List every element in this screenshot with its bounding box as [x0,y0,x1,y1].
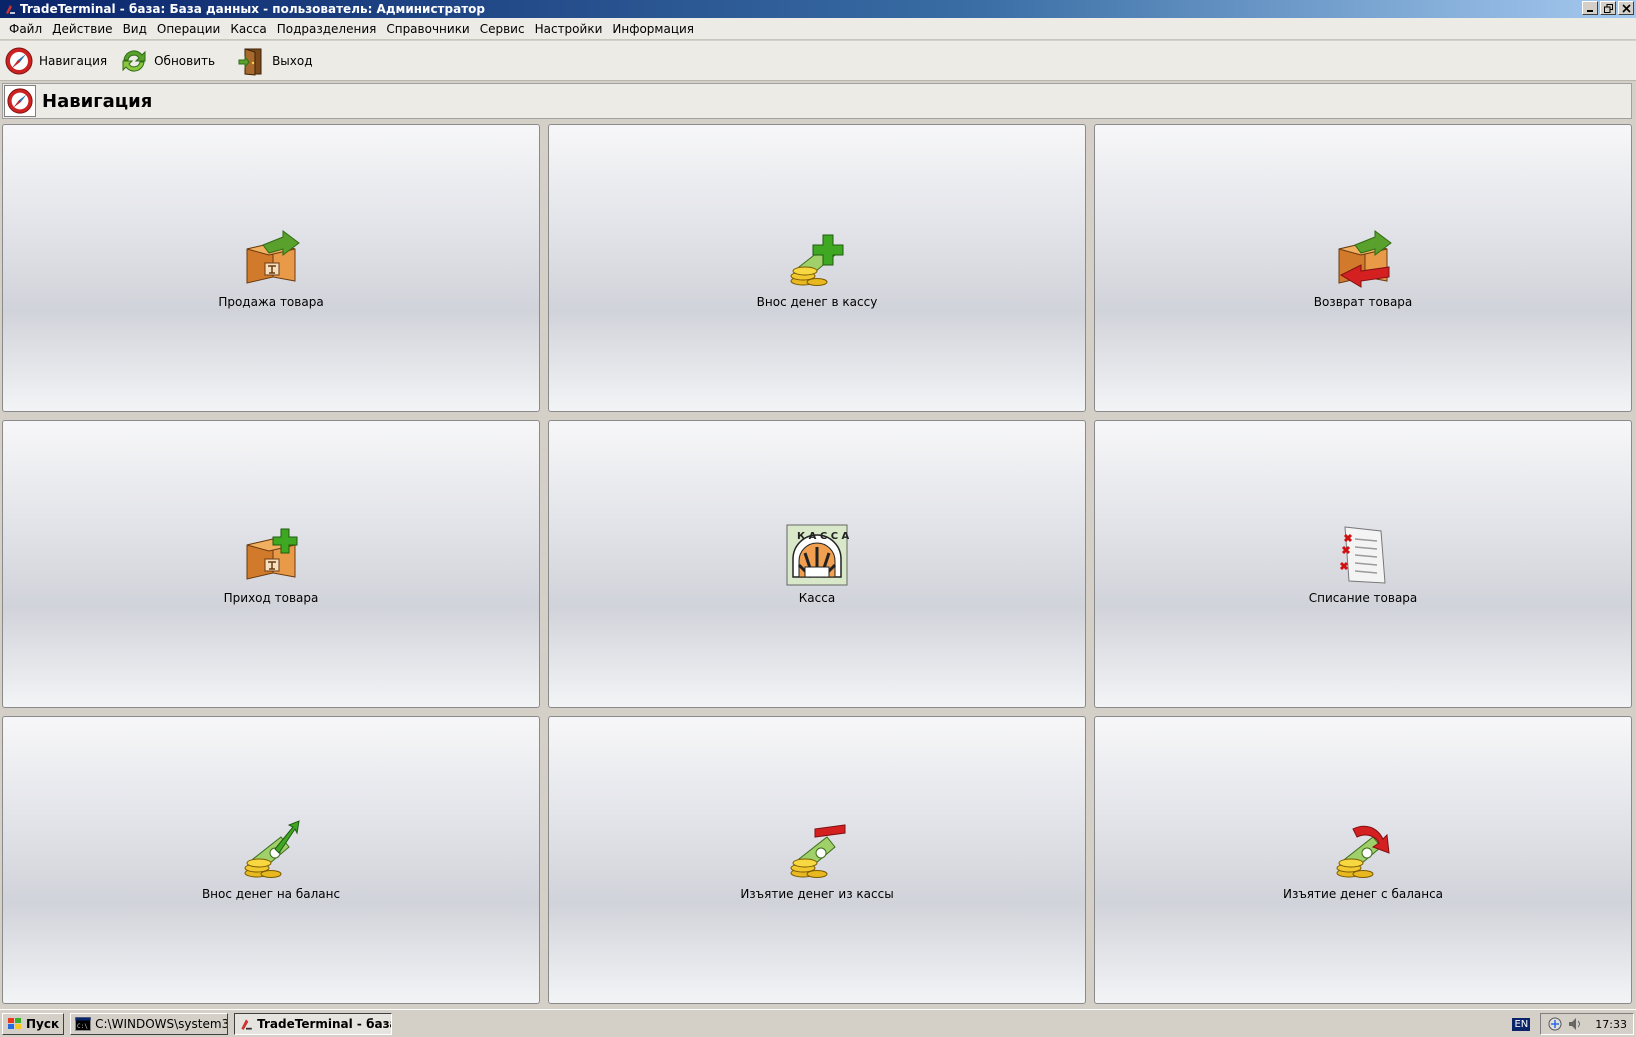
navigation-tiles: Продажа товара Внос денег в кассу Возвра… [2,124,1633,1006]
windows-logo-icon [8,1017,21,1029]
tile-label: Возврат товара [1313,295,1413,309]
notification-area: 17:33 [1540,1013,1634,1035]
title-bar: TradeTerminal - база: База данных - поль… [0,0,1636,18]
exit-button[interactable]: Выход [237,46,313,76]
taskbar: Пуск C:\ C:\WINDOWS\system32... TradeTer… [0,1009,1636,1037]
taskbar-item-cmd[interactable]: C:\ C:\WINDOWS\system32... [70,1012,229,1035]
box-plus-icon [246,528,298,580]
svg-text:C:\: C:\ [77,1023,88,1030]
menu-service[interactable]: Сервис [475,22,530,36]
coins-plus-icon [790,234,844,286]
section-header: Навигация [2,83,1632,119]
tile-label: Списание товара [1308,591,1418,605]
window-title: TradeTerminal - база: База данных - поль… [20,2,485,16]
app-icon [241,1018,252,1030]
menu-departments[interactable]: Подразделения [272,22,382,36]
refresh-button[interactable]: Обновить [119,46,215,76]
tile-label: Внос денег на баланс [201,887,341,901]
section-title: Навигация [42,90,153,112]
clock[interactable]: 17:33 [1595,1018,1627,1031]
box-arrow-icon [246,230,300,284]
tile-label: Касса [798,591,836,605]
refresh-icon [122,49,146,72]
coins-arrow-red-icon [1336,825,1390,878]
exit-label: Выход [272,53,313,68]
app-icon [6,5,15,14]
coins-minus-icon [790,824,846,878]
tile-cashbox[interactable]: К А С С А Касса [548,420,1086,708]
start-label: Пуск [26,1016,60,1031]
volume-icon[interactable] [1567,1016,1583,1032]
writeoff-list-icon [1339,526,1386,584]
close-button[interactable] [1618,1,1634,15]
language-indicator[interactable]: EN [1512,1017,1531,1031]
taskbar-item-tradeterminal[interactable]: TradeTerminal - база... [234,1012,393,1035]
toolbar: Навигация Обновить Выход [0,41,1636,81]
start-button[interactable]: Пуск [2,1012,65,1035]
menu-cash[interactable]: Касса [225,22,271,36]
minimize-button[interactable] [1582,1,1598,15]
tile-label: Приход товара [223,591,319,605]
menu-references[interactable]: Справочники [381,22,474,36]
tile-sale[interactable]: Продажа товара [2,124,540,412]
refresh-label: Обновить [154,53,216,68]
menu-operations[interactable]: Операции [152,22,225,36]
tile-return[interactable]: Возврат товара [1094,124,1632,412]
tile-label: Продажа товара [218,295,324,309]
cash-register-icon: К А С С А [786,524,849,586]
tile-cash-in[interactable]: Внос денег в кассу [548,124,1086,412]
svg-text:К А С С А: К А С С А [797,531,849,542]
tile-cash-out[interactable]: Изъятие денег из кассы [548,716,1086,1004]
compass-icon [4,85,36,117]
restore-icon [1603,3,1613,13]
box-return-icon [1338,230,1392,288]
menu-bar: Файл Действие Вид Операции Касса Подразд… [0,18,1636,40]
menu-info[interactable]: Информация [607,22,699,36]
tile-writeoff[interactable]: Списание товара [1094,420,1632,708]
taskbar-item-label: C:\WINDOWS\system32... [95,1016,227,1031]
close-icon [1621,3,1631,13]
network-icon[interactable] [1547,1016,1563,1032]
minimize-icon [1587,10,1593,12]
compass-icon [5,47,33,74]
restore-button[interactable] [1600,1,1616,15]
coins-arrow-up-icon [244,820,300,878]
menu-action[interactable]: Действие [47,22,117,36]
tile-receipt[interactable]: Приход товара [2,420,540,708]
menu-file[interactable]: Файл [4,22,47,36]
door-exit-icon [238,47,262,76]
console-icon: C:\ [75,1016,92,1031]
tile-label: Изъятие денег с баланса [1282,887,1444,901]
tile-balance-out[interactable]: Изъятие денег с баланса [1094,716,1632,1004]
tile-balance-in[interactable]: Внос денег на баланс [2,716,540,1004]
navigation-button[interactable]: Навигация [4,46,107,76]
navigation-label: Навигация [39,53,108,68]
tile-label: Изъятие денег из кассы [740,887,894,901]
menu-settings[interactable]: Настройки [530,22,608,36]
taskbar-item-label: TradeTerminal - база... [257,1016,391,1031]
tile-label: Внос денег в кассу [756,295,878,309]
system-tray: EN 17:33 [1512,1013,1634,1035]
menu-view[interactable]: Вид [118,22,152,36]
